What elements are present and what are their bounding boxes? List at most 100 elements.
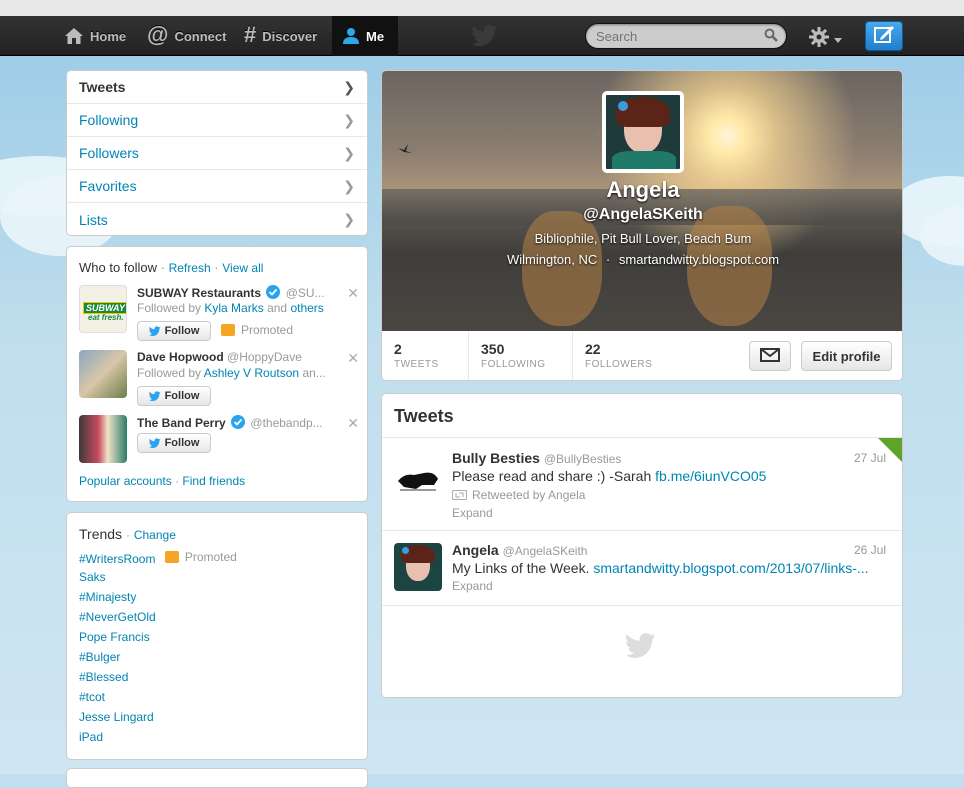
trend-item[interactable]: #Minajesty — [79, 590, 136, 604]
tweet-item[interactable]: Bully Besties @BullyBesties 27 Jul Pleas… — [382, 438, 902, 531]
tweet-link[interactable]: fb.me/6iunVCO05 — [655, 468, 766, 484]
who-to-follow-module: Who to follow · Refresh · View all SUBWA… — [66, 246, 368, 502]
trend-item[interactable]: #tcot — [79, 690, 105, 704]
nav-connect-label: Connect — [174, 28, 227, 44]
expand-link[interactable]: Expand — [452, 506, 493, 520]
bird-silhouette-icon — [398, 143, 412, 157]
tweet-timestamp[interactable]: 26 Jul — [854, 543, 886, 557]
tweet-avatar[interactable] — [394, 455, 442, 503]
trend-item[interactable]: #NeverGetOld — [79, 610, 156, 624]
twitter-bird-icon — [148, 326, 161, 336]
view-all-link[interactable]: View all — [222, 261, 263, 275]
profile-url-link[interactable]: smartandwitty.blogspot.com — [619, 252, 779, 267]
follow-button[interactable]: Follow — [137, 386, 211, 406]
chevron-right-icon: ❯ — [343, 111, 355, 128]
nav-following[interactable]: Following ❯ — [67, 104, 367, 137]
trend-item[interactable]: Jesse Lingard — [79, 710, 154, 724]
person-icon — [342, 27, 360, 45]
trends-header: Trends · Change — [67, 513, 367, 542]
subway-avatar[interactable]: SUBWAY eat fresh. — [79, 285, 127, 333]
suggestion-name[interactable]: SUBWAY Restaurants @SU... — [137, 285, 325, 302]
stat-followers[interactable]: 22 FOLLOWERS — [573, 331, 683, 380]
refresh-link[interactable]: Refresh — [169, 261, 211, 275]
suggestion-name[interactable]: The Band Perry @thebandp... — [137, 415, 323, 432]
trend-item[interactable]: Pope Francis — [79, 630, 150, 644]
edit-profile-button[interactable]: Edit profile — [801, 341, 892, 371]
trend-item[interactable]: #Blessed — [79, 670, 128, 684]
suggestion-name[interactable]: Dave Hopwood @HoppyDave — [137, 350, 302, 364]
trend-label: #WritersRoom — [79, 552, 156, 566]
stat-tweets[interactable]: 2 TWEETS — [382, 331, 469, 380]
nav-discover[interactable]: # Discover — [244, 16, 317, 56]
tweet-link[interactable]: smartandwitty.blogspot.com/2013/07/links… — [593, 560, 868, 576]
hash-icon: # — [244, 22, 257, 47]
trends-title: Trends — [79, 526, 123, 542]
trend-item[interactable]: iPad — [79, 730, 103, 744]
nav-home[interactable]: Home — [64, 16, 126, 56]
nav-connect[interactable]: @ Connect — [147, 16, 226, 56]
find-friends-link[interactable]: Find friends — [182, 474, 245, 488]
search-icon[interactable] — [764, 28, 778, 45]
follow-button-label: Follow — [164, 325, 200, 337]
follow-button[interactable]: Follow — [137, 433, 211, 453]
tweet-author-name[interactable]: Bully Besties — [452, 450, 540, 466]
follow-links: Popular accounts · Find friends — [79, 474, 245, 488]
followed-by-link[interactable]: Ashley V Routson — [204, 366, 299, 380]
settings-menu[interactable] — [808, 26, 842, 51]
separator-dot: · — [605, 252, 611, 267]
tweet-item[interactable]: Angela @AngelaSKeith 26 Jul My Links of … — [382, 531, 902, 606]
suggestion-handle: @SU... — [285, 286, 325, 300]
nav-discover-label: Discover — [262, 28, 318, 44]
dismiss-icon[interactable]: ✕ — [347, 415, 359, 432]
followed-by-line: Followed by Kyla Marks and others — [137, 301, 324, 315]
change-trends-link[interactable]: Change — [134, 528, 176, 542]
retweet-icon — [452, 490, 467, 500]
dismiss-icon[interactable]: ✕ — [347, 350, 359, 367]
who-to-follow-title: Who to follow — [79, 260, 158, 275]
tweet-author-handle: @BullyBesties — [543, 452, 622, 466]
nav-lists[interactable]: Lists ❯ — [67, 203, 367, 236]
nav-favorites[interactable]: Favorites ❯ — [67, 170, 367, 203]
followed-by-others-link[interactable]: others — [290, 301, 323, 315]
stat-following[interactable]: 350 FOLLOWING — [469, 331, 573, 380]
search-input[interactable] — [596, 28, 756, 44]
chevron-right-icon: ❯ — [343, 78, 355, 95]
twitter-bird-icon[interactable] — [471, 24, 498, 49]
suggestion-handle: @HoppyDave — [227, 350, 302, 364]
message-button[interactable] — [749, 341, 791, 371]
dave-hopwood-avatar[interactable] — [79, 350, 127, 398]
nav-tweets[interactable]: Tweets ❯ — [67, 71, 367, 104]
follow-button-label: Follow — [164, 437, 200, 449]
suggestion-dave-hopwood: Dave Hopwood @HoppyDave Followed by Ashl… — [79, 350, 359, 406]
tweet-author: Bully Besties @BullyBesties — [452, 450, 621, 466]
expand-link[interactable]: Expand — [452, 579, 493, 593]
nav-followers[interactable]: Followers ❯ — [67, 137, 367, 170]
promoted-icon — [164, 551, 179, 563]
nav-me[interactable]: Me — [332, 16, 398, 56]
envelope-icon — [760, 347, 780, 365]
trend-item[interactable]: #WritersRoom Promoted — [79, 550, 237, 566]
tweet-timestamp[interactable]: 27 Jul — [854, 451, 886, 465]
who-to-follow-header: Who to follow · Refresh · View all — [67, 247, 367, 275]
tweet-author-handle: @AngelaSKeith — [502, 544, 588, 558]
search-box[interactable] — [585, 23, 787, 49]
chevron-down-icon — [834, 32, 842, 46]
follow-button[interactable]: Follow — [137, 321, 211, 341]
trend-item[interactable]: #Bulger — [79, 650, 120, 664]
trend-item[interactable]: Saks — [79, 570, 106, 584]
band-perry-avatar[interactable] — [79, 415, 127, 463]
compose-tweet-button[interactable] — [865, 21, 903, 51]
separator-dot: · — [175, 474, 180, 488]
twitter-bird-icon — [148, 438, 161, 448]
tweet-author-name[interactable]: Angela — [452, 542, 499, 558]
popular-accounts-link[interactable]: Popular accounts — [79, 474, 172, 488]
profile-location-line: Wilmington, NC · smartandwitty.blogspot.… — [382, 252, 902, 267]
dismiss-icon[interactable]: ✕ — [347, 285, 359, 302]
profile-avatar[interactable] — [602, 91, 684, 173]
nav-followers-label: Followers — [79, 145, 139, 161]
tweet-avatar[interactable] — [394, 543, 442, 591]
browser-strip — [0, 0, 964, 16]
profile-stats: 2 TWEETS 350 FOLLOWING 22 FOLLOWERS Edit… — [382, 331, 902, 380]
follow-button-label: Follow — [164, 390, 200, 402]
followed-by-link[interactable]: Kyla Marks — [204, 301, 263, 315]
